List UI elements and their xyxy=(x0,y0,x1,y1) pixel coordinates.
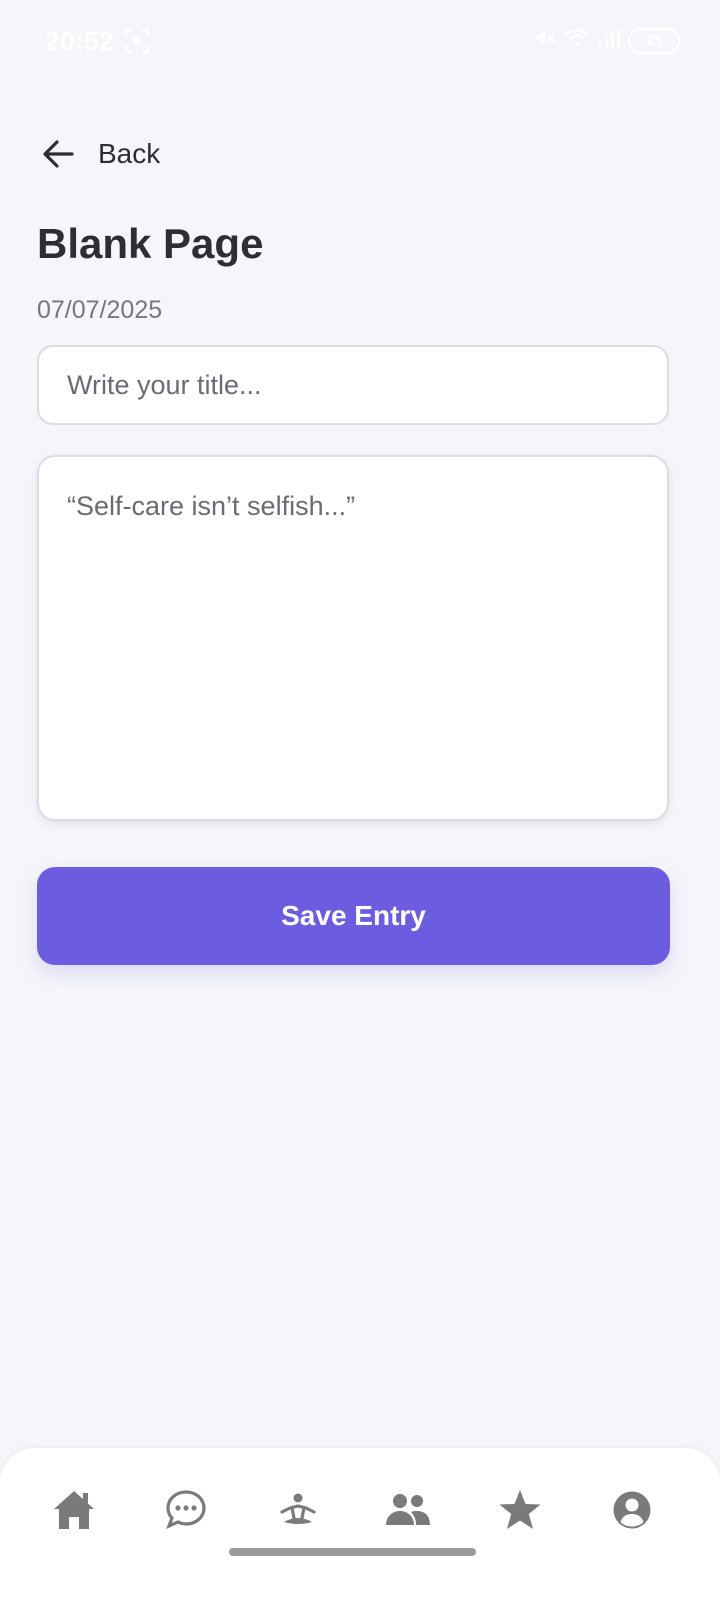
status-time: 20:52 xyxy=(45,26,114,56)
nav-favorites[interactable] xyxy=(492,1482,548,1538)
save-entry-button[interactable]: Save Entry xyxy=(37,867,670,965)
battery-indicator: 25 xyxy=(628,27,680,54)
screen-record-icon xyxy=(124,28,150,59)
nav-home[interactable] xyxy=(46,1482,102,1538)
status-bar: 20:52 25 xyxy=(0,0,720,84)
title-input[interactable] xyxy=(37,345,669,425)
journal-entry-screen: 20:52 25 Back Blank Page 07/07/2025 Writ… xyxy=(0,0,720,1600)
community-icon xyxy=(385,1492,431,1528)
signal-icon xyxy=(598,27,620,54)
home-indicator[interactable] xyxy=(229,1548,476,1556)
entry-body-input[interactable] xyxy=(37,455,669,821)
entry-date: 07/07/2025 xyxy=(37,296,163,324)
bottom-navigation xyxy=(0,1448,720,1600)
star-icon xyxy=(498,1489,542,1531)
wifi-icon xyxy=(564,27,590,54)
meditation-icon xyxy=(278,1492,318,1528)
back-label: Back xyxy=(98,138,161,169)
status-indicators: 25 xyxy=(534,27,680,54)
arrow-left-icon xyxy=(40,136,76,172)
mute-icon xyxy=(534,27,556,54)
nav-meditate[interactable] xyxy=(270,1482,326,1538)
chat-icon xyxy=(165,1489,207,1531)
home-icon xyxy=(52,1489,96,1531)
nav-profile[interactable] xyxy=(604,1482,660,1538)
back-button[interactable]: Back xyxy=(40,132,160,176)
page-title: Blank Page xyxy=(37,220,264,267)
nav-chat[interactable] xyxy=(158,1482,214,1538)
profile-icon xyxy=(612,1490,652,1530)
nav-community[interactable] xyxy=(380,1482,436,1538)
